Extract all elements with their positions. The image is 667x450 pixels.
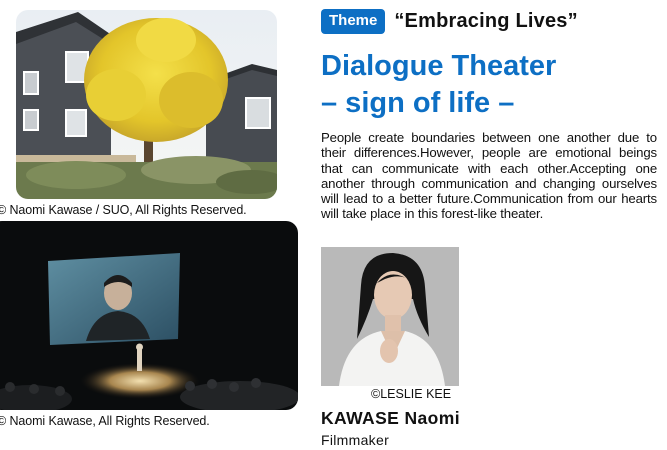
theme-title: “Embracing Lives”: [394, 10, 578, 32]
theme-badge: Theme: [321, 9, 386, 34]
description: People create boundaries between one ano…: [321, 130, 657, 222]
page-title-line2: – sign of life –: [321, 87, 515, 119]
theme-header: Theme “Embracing Lives”: [321, 9, 578, 34]
building-photo: [16, 10, 277, 199]
building-photo-caption: © Naomi Kawase / SUO, All Rights Reserve…: [0, 203, 247, 217]
theater-photo-caption: © Naomi Kawase, All Rights Reserved.: [0, 414, 210, 428]
portrait-photo-credit: ©LESLIE KEE: [371, 387, 452, 401]
page-title: Dialogue Theater – sign of life –: [321, 48, 556, 122]
person-name: KAWASE Naomi: [321, 408, 460, 428]
theater-photo: [0, 221, 298, 410]
portrait-photo: [321, 247, 459, 386]
person-role: Filmmaker: [321, 432, 390, 448]
page-title-line1: Dialogue Theater: [321, 50, 557, 82]
